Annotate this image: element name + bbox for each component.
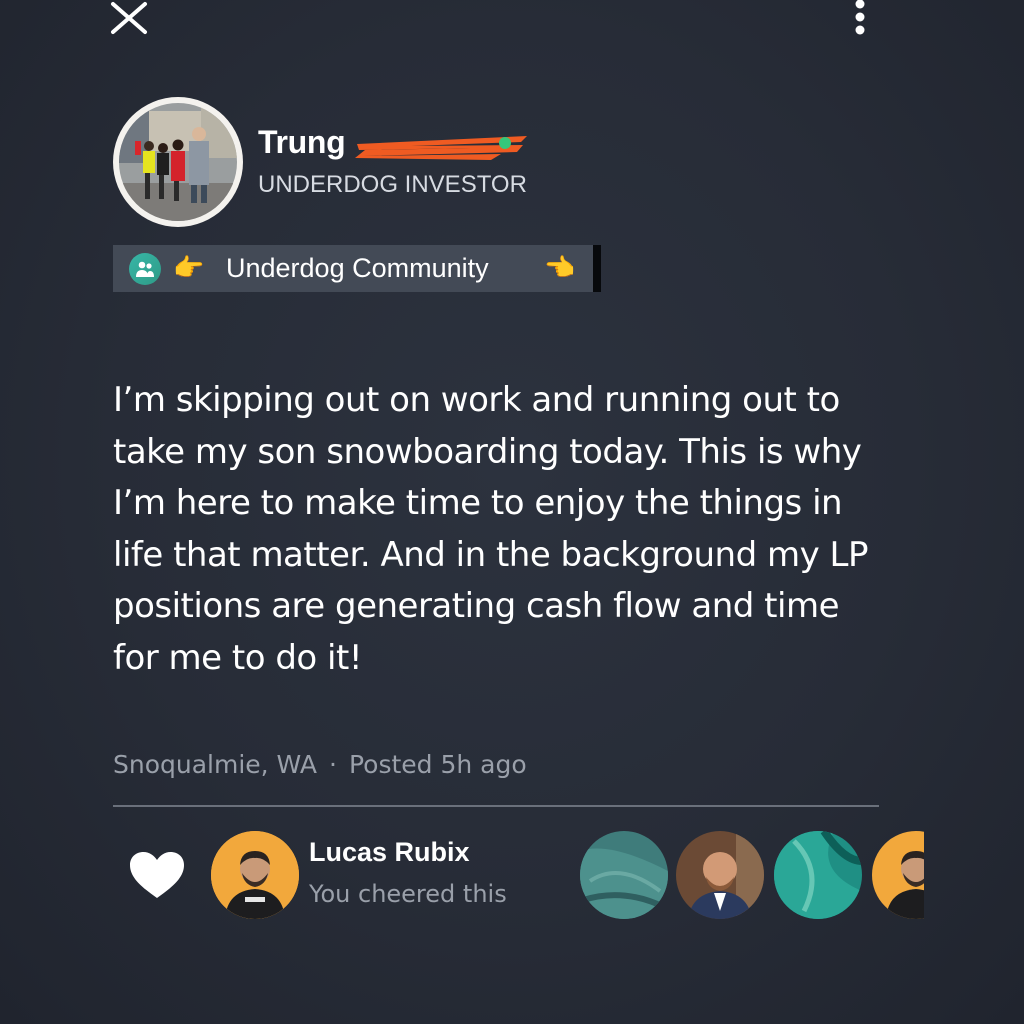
- community-name: Underdog Community: [226, 253, 489, 283]
- cheer-status: You cheered this: [309, 880, 507, 908]
- pointing-left-icon: 👈: [544, 253, 576, 282]
- close-icon: [111, 2, 147, 34]
- more-vertical-icon: [855, 0, 865, 35]
- cheerer-avatar-4: [872, 831, 924, 919]
- community-tag[interactable]: 👉 Underdog Community 👈: [113, 245, 601, 292]
- author-role: UNDERDOG INVESTOR: [258, 171, 527, 198]
- online-status-dot: [499, 137, 511, 149]
- post-timestamp: Posted 5h ago: [348, 750, 527, 779]
- cheerer-photo: [211, 831, 299, 919]
- cheerer-avatar-3: [774, 831, 862, 919]
- author-avatar[interactable]: [113, 97, 243, 227]
- post-body-text: I’m skipping out on work and running out…: [113, 380, 868, 678]
- author-photo: [119, 103, 237, 221]
- post-meta: Snoqualmie, WA · Posted 5h ago: [113, 745, 527, 785]
- cheerer-avatar-1: [580, 831, 668, 919]
- cheerer-avatar[interactable]: [211, 831, 299, 919]
- cheer-button[interactable]: [128, 850, 186, 900]
- cheerer-avatar-2: [676, 831, 764, 919]
- divider: [113, 805, 879, 807]
- post-detail-screen: Trung UNDERDOG INVESTOR 👉 Underdog Commu…: [0, 0, 1024, 1024]
- author-name[interactable]: Trung: [258, 124, 346, 161]
- heart-icon: [130, 852, 184, 898]
- author-header: Trung UNDERDOG INVESTOR: [113, 97, 633, 229]
- meta-separator: ·: [329, 750, 337, 779]
- post-location[interactable]: Snoqualmie, WA: [113, 750, 317, 779]
- people-group-icon: [129, 253, 161, 285]
- close-button[interactable]: [108, 0, 152, 36]
- pointing-right-icon: 👉: [173, 253, 205, 282]
- cheerers-avatar-list[interactable]: [578, 831, 924, 921]
- cheerer-name[interactable]: Lucas Rubix: [309, 837, 470, 868]
- more-options-button[interactable]: [846, 0, 874, 40]
